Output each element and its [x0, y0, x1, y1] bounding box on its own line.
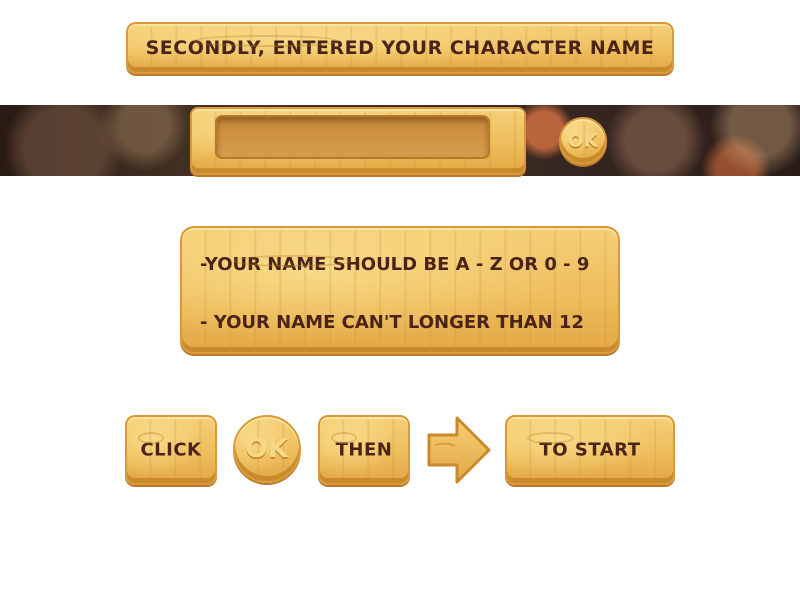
- start-sign: TO START: [505, 415, 675, 485]
- rule-line-1: -YOUR NAME SHOULD BE A - Z OR 0 - 9: [200, 254, 590, 275]
- click-sign: CLICK: [125, 415, 217, 485]
- rule-line-2: - YOUR NAME CAN'T LONGER THAN 12: [200, 312, 584, 333]
- ok-button-label: OK: [567, 130, 599, 152]
- start-label: TO START: [539, 439, 641, 461]
- title-text: SECONDLY, ENTERED YOUR CHARACTER NAME: [145, 37, 655, 59]
- arrow-right-icon: [427, 416, 491, 484]
- ok-button[interactable]: OK: [559, 117, 607, 165]
- then-label: THEN: [335, 439, 393, 461]
- then-sign: THEN: [318, 415, 410, 485]
- click-label: CLICK: [140, 439, 202, 461]
- name-input[interactable]: [215, 115, 490, 159]
- rules-board: -YOUR NAME SHOULD BE A - Z OR 0 - 9 - YO…: [180, 226, 620, 354]
- ok-icon-example: OK: [233, 415, 301, 483]
- ok-example-label: OK: [245, 434, 289, 464]
- title-banner: SECONDLY, ENTERED YOUR CHARACTER NAME: [126, 22, 674, 74]
